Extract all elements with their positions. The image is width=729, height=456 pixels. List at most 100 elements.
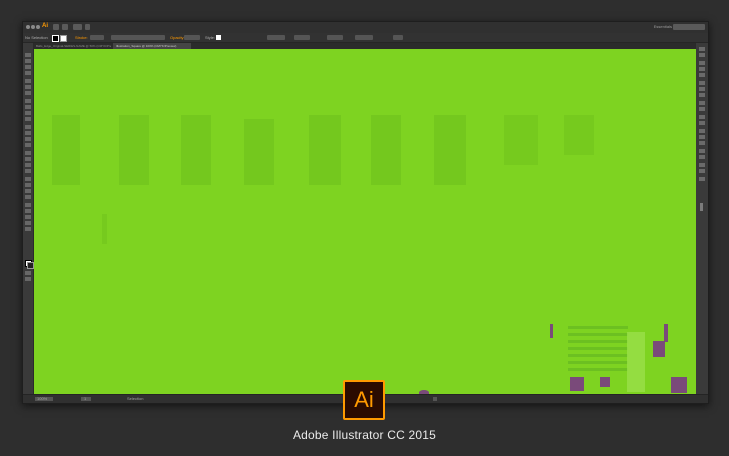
stroke-swatch[interactable]	[60, 35, 67, 42]
width-tool-icon[interactable]	[25, 143, 31, 147]
artwork-stripe	[568, 347, 628, 350]
x-field[interactable]	[294, 35, 310, 40]
ghost-artwork-9	[564, 115, 594, 155]
layers-panel-icon[interactable]	[699, 115, 705, 119]
symbols-panel-icon[interactable]	[699, 73, 705, 77]
panel-dock	[695, 43, 708, 395]
workspace-switcher[interactable]: Essentials	[654, 24, 672, 29]
ghost-mark	[102, 214, 107, 244]
close-window-button[interactable]	[26, 25, 30, 29]
transparency-panel-icon[interactable]	[699, 93, 705, 97]
artwork-stripe	[568, 333, 628, 336]
style-label: Style:	[205, 35, 216, 40]
stroke-color-icon[interactable]	[27, 262, 34, 269]
minimize-window-button[interactable]	[31, 25, 35, 29]
mesh-tool-icon[interactable]	[25, 169, 31, 173]
transform-options[interactable]	[393, 35, 403, 40]
bridge-icon[interactable]	[53, 24, 59, 30]
shape-builder-tool-icon[interactable]	[25, 157, 31, 161]
artwork-purple-shape	[600, 377, 610, 387]
zoom-window-button[interactable]	[36, 25, 40, 29]
artwork-stripe	[568, 326, 628, 329]
slice-tool-icon[interactable]	[25, 215, 31, 219]
align-to-field[interactable]	[267, 35, 285, 40]
align-panel-icon[interactable]	[699, 129, 705, 133]
pen-tool-icon[interactable]	[25, 79, 31, 83]
ghost-artwork-3	[181, 115, 211, 185]
color-panel-icon[interactable]	[699, 47, 705, 51]
appearance-panel-icon[interactable]	[699, 101, 705, 105]
illustrator-window: Ai Essentials No Selection Stroke: Opaci…	[22, 21, 709, 404]
artwork-stripe	[568, 340, 628, 343]
graphic-style-swatch[interactable]	[216, 35, 221, 40]
character-panel-icon[interactable]	[699, 149, 705, 153]
selection-tool-icon[interactable]	[25, 53, 31, 57]
scale-tool-icon[interactable]	[25, 137, 31, 141]
stroke-panel-icon[interactable]	[699, 81, 705, 85]
artwork-purple-shape	[570, 377, 584, 391]
hand-tool-icon[interactable]	[25, 221, 31, 225]
drawing-mode-icon[interactable]	[25, 271, 31, 275]
zoom-tool-icon[interactable]	[25, 227, 31, 231]
ghost-artwork-2	[119, 115, 149, 185]
tools-panel	[23, 43, 34, 395]
perspective-grid-tool-icon[interactable]	[25, 163, 31, 167]
send-icon[interactable]	[85, 24, 90, 30]
pathfinder-panel-icon[interactable]	[699, 135, 705, 139]
lasso-tool-icon[interactable]	[25, 71, 31, 75]
curvature-tool-icon[interactable]	[25, 85, 31, 89]
direct-selection-tool-icon[interactable]	[25, 59, 31, 63]
artwork-purple-shape	[550, 324, 553, 338]
asset-export-panel-icon[interactable]	[699, 177, 705, 181]
cc-libraries-panel-icon[interactable]	[699, 169, 705, 173]
artwork-stripe	[568, 368, 628, 371]
brush-definition[interactable]	[143, 35, 165, 40]
swatches-panel-icon[interactable]	[699, 61, 705, 65]
panel-scrollbar[interactable]	[700, 203, 703, 211]
fill-swatch[interactable]	[52, 35, 59, 42]
type-tool-icon[interactable]	[25, 91, 31, 95]
stroke-weight-field[interactable]	[90, 35, 104, 40]
illustrator-logo: Ai	[343, 380, 385, 420]
eraser-tool-icon[interactable]	[25, 125, 31, 129]
pencil-tool-icon[interactable]	[25, 117, 31, 121]
y-field[interactable]	[327, 35, 343, 40]
opacity-field[interactable]	[184, 35, 200, 40]
artboard-canvas[interactable]	[34, 49, 696, 399]
current-tool-status[interactable]: Selection	[127, 396, 143, 401]
symbol-sprayer-tool-icon[interactable]	[25, 195, 31, 199]
stock-search-input[interactable]	[673, 24, 705, 30]
blend-tool-icon[interactable]	[25, 189, 31, 193]
rotate-tool-icon[interactable]	[25, 131, 31, 135]
opacity-label[interactable]: Opacity:	[170, 35, 185, 40]
horizontal-scrollbar-thumb[interactable]	[433, 397, 437, 401]
artboards-panel-icon[interactable]	[699, 121, 705, 125]
color-guide-panel-icon[interactable]	[699, 53, 705, 57]
arrange-documents-icon[interactable]	[73, 24, 82, 30]
gradient-tool-icon[interactable]	[25, 177, 31, 181]
graphic-styles-panel-icon[interactable]	[699, 107, 705, 111]
selection-status: No Selection	[25, 35, 48, 40]
paintbrush-tool-icon[interactable]	[25, 111, 31, 115]
width-field[interactable]	[355, 35, 373, 40]
gradient-panel-icon[interactable]	[699, 87, 705, 91]
transform-panel-icon[interactable]	[699, 141, 705, 145]
stroke-label[interactable]: Stroke:	[75, 35, 88, 40]
artwork-stripe	[568, 354, 628, 357]
line-tool-icon[interactable]	[25, 99, 31, 103]
eyedropper-tool-icon[interactable]	[25, 183, 31, 187]
artboard-tool-icon[interactable]	[25, 209, 31, 213]
paragraph-panel-icon[interactable]	[699, 155, 705, 159]
app-logo-mini: Ai	[42, 23, 48, 29]
artwork-purple-shape	[671, 377, 687, 393]
links-panel-icon[interactable]	[699, 163, 705, 167]
stock-icon[interactable]	[62, 24, 68, 30]
brushes-panel-icon[interactable]	[699, 67, 705, 71]
ghost-artwork-8	[504, 115, 538, 165]
rectangle-tool-icon[interactable]	[25, 105, 31, 109]
column-graph-tool-icon[interactable]	[25, 203, 31, 207]
screen-mode-icon[interactable]	[25, 277, 31, 281]
free-transform-tool-icon[interactable]	[25, 151, 31, 155]
magic-wand-tool-icon[interactable]	[25, 65, 31, 69]
artboard-number: 1	[84, 396, 87, 401]
